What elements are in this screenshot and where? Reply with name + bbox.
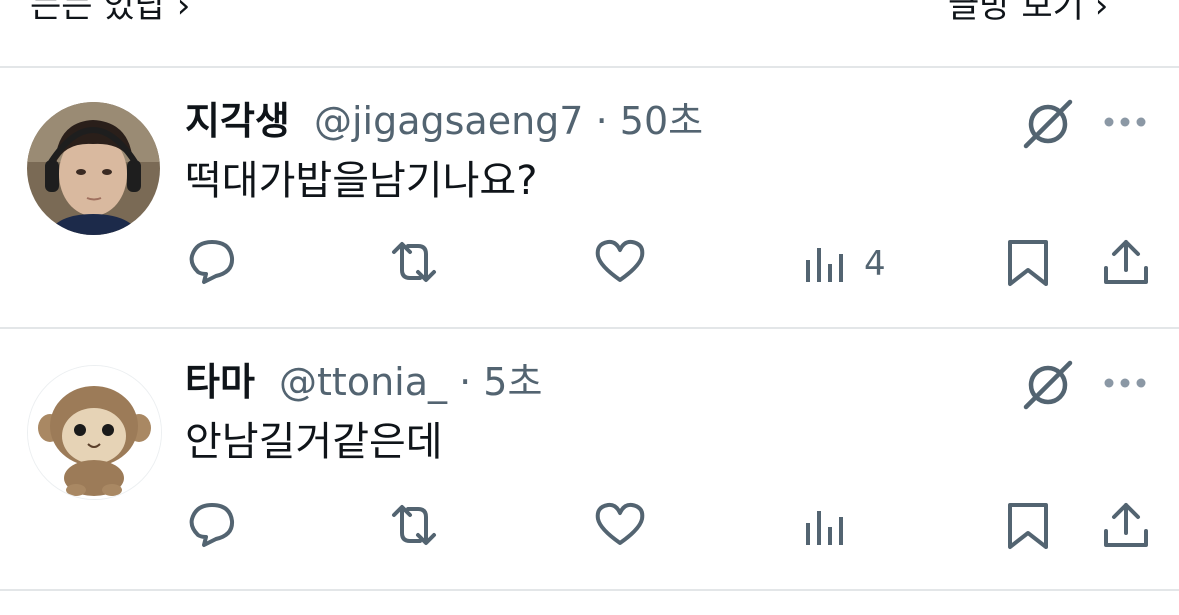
like-icon[interactable]: [592, 234, 648, 290]
bookmark-icon[interactable]: [1000, 497, 1056, 553]
timestamp[interactable]: 50초: [620, 99, 703, 143]
tweet[interactable]: 타마 @ttonia_ · 5초 안남길거같은데: [0, 329, 1179, 589]
bookmark-icon[interactable]: [1000, 234, 1056, 290]
reply-icon[interactable]: [184, 234, 240, 290]
retweet-icon[interactable]: [386, 497, 442, 553]
more-icon[interactable]: [1103, 116, 1147, 128]
more-icon[interactable]: [1103, 377, 1147, 389]
show-more-replies-link[interactable]: 는는 있답 ›: [30, 0, 190, 27]
previous-tweet-footer: 는는 있답 › 글방 보기 ›: [0, 0, 1179, 66]
divider: [0, 589, 1179, 591]
share-icon[interactable]: [1098, 497, 1154, 553]
reply-icon[interactable]: [184, 497, 240, 553]
display-name[interactable]: 지각생: [185, 99, 290, 143]
display-name[interactable]: 타마: [185, 360, 255, 404]
separator-dot: ·: [459, 360, 472, 404]
views-count: 4: [864, 244, 886, 284]
grok-icon[interactable]: [1020, 96, 1076, 152]
user-handle[interactable]: @jigagsaeng7: [314, 99, 584, 143]
timestamp[interactable]: 5초: [483, 360, 542, 404]
grok-icon[interactable]: [1020, 357, 1076, 413]
view-thread-link[interactable]: 글방 보기 ›: [948, 0, 1108, 27]
tweet-text: 안남길거같은데: [185, 419, 443, 465]
views-icon[interactable]: [800, 234, 856, 290]
like-icon[interactable]: [592, 497, 648, 553]
tweet-text: 떡대가밥을남기나요?: [185, 158, 538, 204]
avatar[interactable]: [27, 365, 162, 500]
tweet[interactable]: 지각생 @jigagsaeng7 · 50초 떡대가밥을남기나요? 4: [0, 68, 1179, 328]
views-icon[interactable]: [800, 497, 856, 553]
tweet-header: 타마 @ttonia_ · 5초: [185, 359, 542, 405]
tweet-header: 지각생 @jigagsaeng7 · 50초: [185, 98, 703, 144]
avatar[interactable]: [27, 102, 160, 235]
user-handle[interactable]: @ttonia_: [279, 360, 447, 404]
retweet-icon[interactable]: [386, 234, 442, 290]
share-icon[interactable]: [1098, 234, 1154, 290]
separator-dot: ·: [595, 99, 608, 143]
